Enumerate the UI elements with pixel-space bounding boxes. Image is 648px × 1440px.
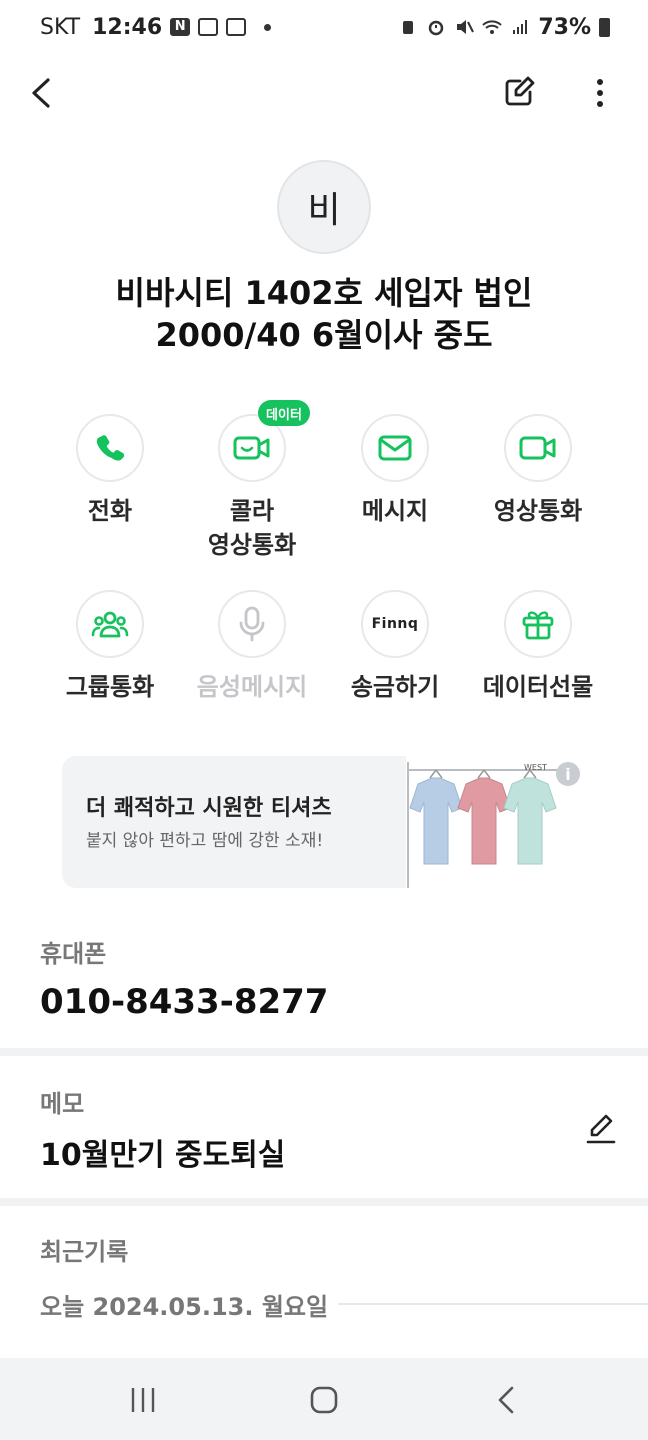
signal-icon (513, 20, 528, 34)
top-app-bar (0, 62, 648, 124)
recent-date-row: 오늘 2024.05.13. 월요일 (40, 1288, 648, 1321)
message-circle[interactable] (361, 414, 429, 482)
alarm-icon (429, 20, 444, 36)
memo-edit-icon[interactable] (584, 1110, 618, 1148)
phone-label: 휴대폰 (40, 940, 107, 968)
contact-name: 비바시티 1402호 세입자 법인 2000/40 6월이사 중도 (40, 272, 608, 356)
system-back-icon[interactable] (484, 1378, 528, 1422)
send-money-label: 송금하기 (350, 673, 440, 701)
wifi-icon (482, 20, 503, 34)
app-lock-icon (403, 21, 414, 34)
group-call-button[interactable]: 그룹통화 (38, 590, 182, 704)
system-nav-bar (0, 1358, 648, 1440)
video-camera-icon (519, 436, 556, 460)
colla-video-label-line-1: 콜라 (229, 497, 275, 525)
phone-icon (96, 435, 125, 461)
video-call-circle[interactable] (504, 414, 572, 482)
ad-subtitle: 붙지 않아 편하고 땀에 강한 소재! (86, 831, 324, 851)
phone-number[interactable]: 010-8433-8277 (40, 982, 328, 1022)
ad-image: WEST i (406, 756, 586, 888)
ad-title: 더 쾌적하고 시원한 티셔츠 (86, 796, 332, 821)
data-badge: 데이터 (258, 400, 310, 426)
gift-data-label: 데이터선물 (482, 673, 594, 701)
recent-date: 오늘 2024.05.13. 월요일 (40, 1292, 329, 1321)
clock: 12:46 (92, 14, 163, 40)
battery-icon (599, 17, 610, 37)
recent-divider-line (338, 1303, 648, 1305)
gift-icon (522, 611, 554, 640)
gift-data-button[interactable]: 데이터선물 (466, 590, 610, 704)
recent-apps-icon[interactable] (121, 1378, 165, 1422)
status-left: SKT 12:46 N (40, 14, 272, 40)
section-divider (0, 1048, 648, 1056)
status-bar: SKT 12:46 N 73% (0, 0, 648, 54)
colla-video-label: 콜라 영상통화 (180, 494, 324, 562)
call-button[interactable]: 전화 (38, 414, 182, 528)
calendar-notification-icon (198, 18, 219, 36)
ad-info-icon[interactable]: i (556, 762, 580, 786)
finnq-logo: Finnq (371, 616, 419, 632)
contact-name-line-2: 2000/40 6월이사 중도 (155, 316, 493, 354)
edit-contact-icon[interactable] (500, 72, 540, 112)
memo-text: 10월만기 중도퇴실 (40, 1138, 286, 1173)
contact-name-line-1: 비바시티 1402호 세입자 법인 (115, 274, 533, 312)
call-circle[interactable] (76, 414, 144, 482)
voice-message-button[interactable]: 음성메시지 (180, 590, 324, 704)
ad-brand: WEST (524, 763, 547, 772)
carrier: SKT (40, 14, 81, 40)
battery-percent: 73% (538, 14, 591, 40)
gift-data-circle[interactable] (504, 590, 572, 658)
group-icon (91, 611, 129, 638)
calendar-notification-icon-2 (226, 18, 247, 36)
message-button[interactable]: 메시지 (323, 414, 467, 528)
mail-icon (378, 435, 412, 461)
section-divider-2 (0, 1198, 648, 1206)
video-call-label: 영상통화 (493, 497, 583, 525)
colla-video-label-line-2: 영상통화 (207, 531, 297, 559)
naver-notification-icon: N (170, 18, 191, 36)
voice-message-circle[interactable] (218, 590, 286, 658)
mute-icon (457, 20, 475, 34)
send-money-button[interactable]: Finnq 송금하기 (323, 590, 467, 704)
more-notifications-dot-icon (264, 23, 272, 31)
video-call-button[interactable]: 영상통화 (466, 414, 610, 528)
colla-video-icon (233, 436, 270, 460)
microphone-icon (239, 606, 265, 642)
back-arrow-icon[interactable] (22, 70, 62, 116)
home-icon[interactable] (302, 1378, 346, 1422)
send-money-circle[interactable]: Finnq (361, 590, 429, 658)
voice-message-label: 음성메시지 (196, 673, 308, 701)
call-label: 전화 (87, 497, 133, 525)
group-call-circle[interactable] (76, 590, 144, 658)
colla-video-call-button[interactable]: 콜라 영상통화 (180, 414, 324, 562)
status-right: 73% (398, 15, 610, 40)
group-call-label: 그룹통화 (65, 673, 155, 701)
more-options-icon[interactable] (584, 72, 616, 114)
avatar: 비 (277, 160, 371, 254)
ad-banner[interactable]: 더 쾌적하고 시원한 티셔츠 붙지 않아 편하고 땀에 강한 소재! WEST … (62, 756, 586, 888)
memo-label: 메모 (40, 1090, 85, 1118)
message-label: 메시지 (361, 497, 429, 525)
recent-label: 최근기록 (40, 1238, 129, 1266)
